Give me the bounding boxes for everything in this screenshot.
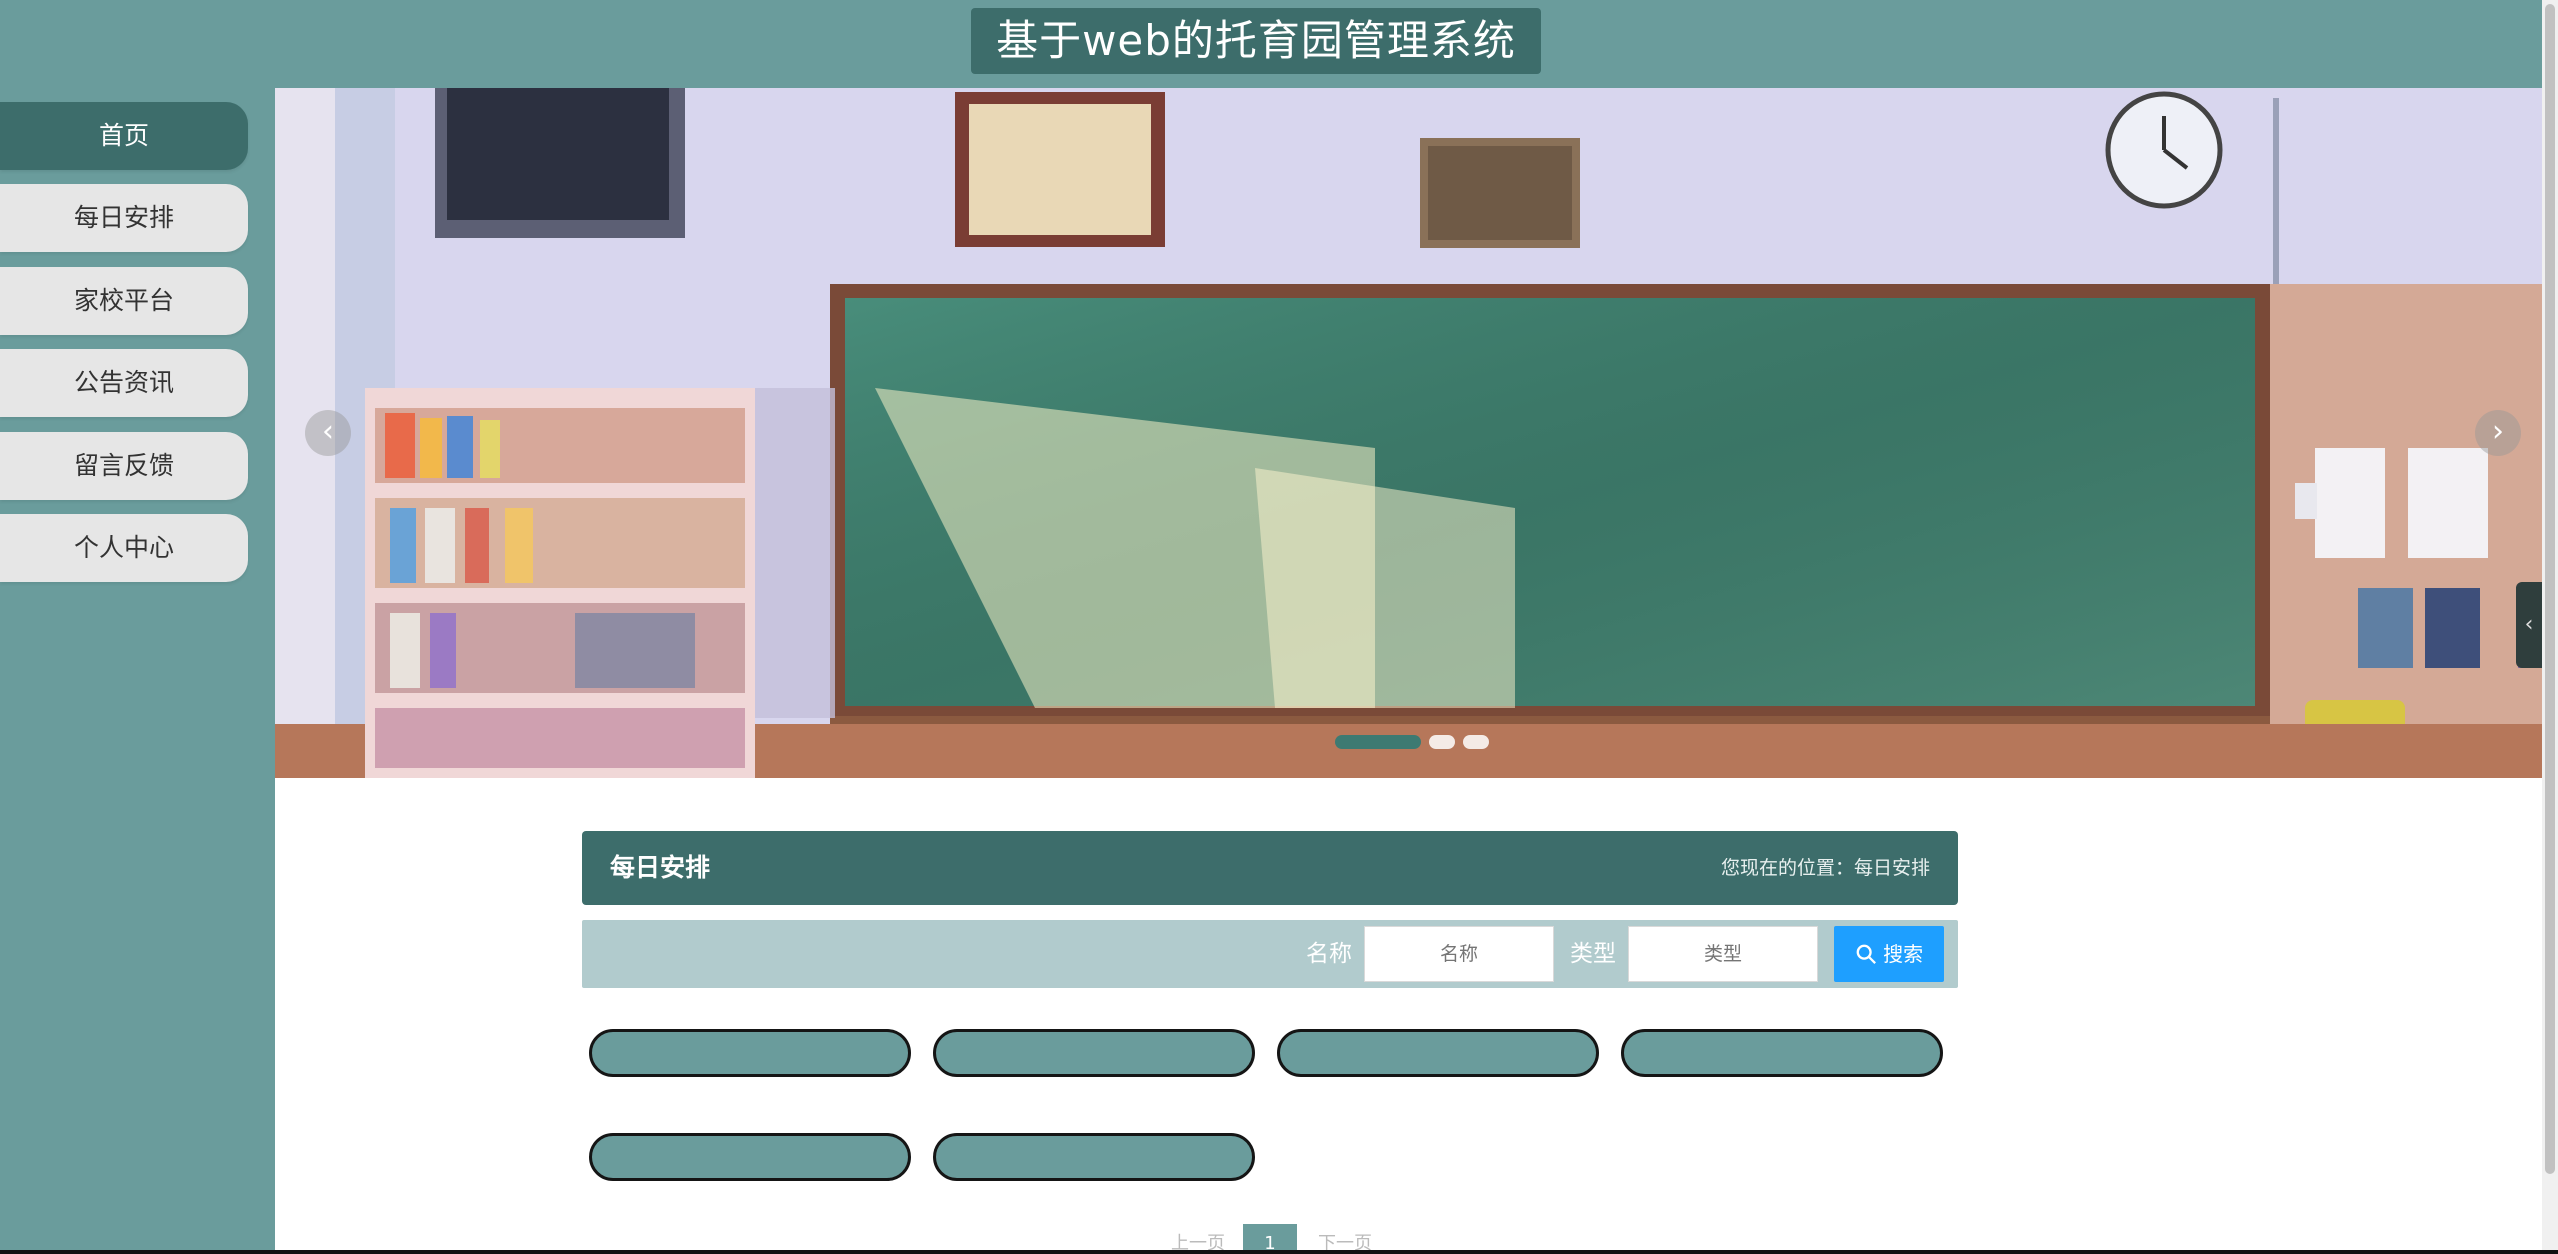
scrollbar-thumb[interactable] [2545, 4, 2555, 1174]
name-label: 名称 [1306, 941, 1352, 967]
carousel-prev-button[interactable]: ‹ [305, 410, 351, 456]
sidebar-item-announcements[interactable]: 公告资讯 [0, 349, 248, 417]
chevron-left-icon: ‹ [2524, 612, 2534, 637]
section-title: 每日安排 [610, 853, 711, 882]
sidebar-item-feedback[interactable]: 留言反馈 [0, 432, 248, 500]
search-button-label: 搜索 [1883, 942, 1924, 966]
carousel-indicators [1335, 735, 1497, 749]
classroom-illustration [275, 88, 2542, 778]
type-label: 类型 [1570, 941, 1616, 967]
app-root: 基于web的托育园管理系统 首页 每日安排 家校平台 公告资讯 留言反馈 个人中… [0, 0, 2558, 1254]
type-input[interactable] [1628, 926, 1818, 982]
search-bar: 名称 类型 搜索 [582, 920, 1958, 988]
schedule-item[interactable] [589, 1029, 911, 1077]
search-button[interactable]: 搜索 [1834, 926, 1944, 982]
scrollbar[interactable] [2542, 0, 2558, 1254]
carousel-dot[interactable] [1463, 735, 1489, 749]
schedule-item[interactable] [589, 1133, 911, 1181]
sidebar-item-home-school[interactable]: 家校平台 [0, 267, 248, 335]
side-panel-toggle[interactable]: ‹ [2516, 582, 2542, 668]
sidebar-item-profile[interactable]: 个人中心 [0, 514, 248, 582]
window-bottom-edge [0, 1250, 2558, 1254]
sidebar-item-home[interactable]: 首页 [0, 102, 248, 170]
schedule-item[interactable] [933, 1133, 1255, 1181]
page-title: 基于web的托育园管理系统 [971, 8, 1541, 74]
schedule-item[interactable] [933, 1029, 1255, 1077]
carousel-next-button[interactable]: › [2475, 410, 2521, 456]
section-header: 每日安排 您现在的位置：每日安排 [582, 831, 1958, 905]
carousel-dot[interactable] [1335, 735, 1421, 749]
search-icon [1856, 944, 1876, 964]
breadcrumb: 您现在的位置：每日安排 [1720, 857, 1930, 879]
sidebar-item-daily-schedule[interactable]: 每日安排 [0, 184, 248, 252]
banner-carousel: ‹ › [275, 88, 2542, 778]
schedule-item[interactable] [1621, 1029, 1943, 1077]
chevron-right-icon: › [2492, 414, 2504, 449]
carousel-dot[interactable] [1429, 735, 1455, 749]
name-input[interactable] [1364, 926, 1554, 982]
chevron-left-icon: ‹ [322, 414, 334, 449]
top-header: 基于web的托育园管理系统 [0, 0, 2542, 88]
sidebar: 首页 每日安排 家校平台 公告资讯 留言反馈 个人中心 [0, 88, 275, 1250]
schedule-item[interactable] [1277, 1029, 1599, 1077]
